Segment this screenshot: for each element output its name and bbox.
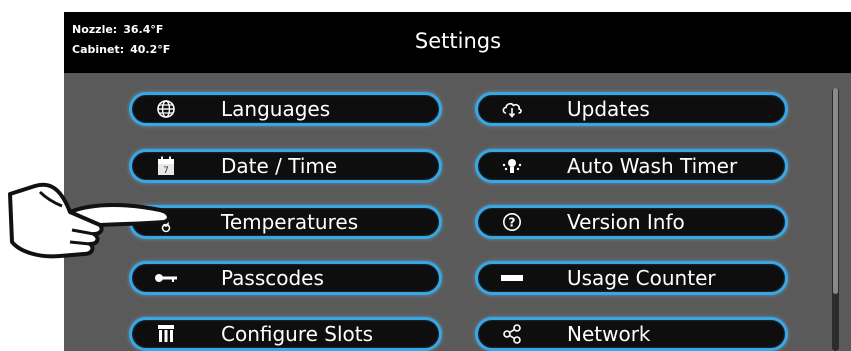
network-label: Network	[567, 322, 651, 346]
usage-counter-label: Usage Counter	[567, 266, 716, 290]
auto-wash-timer-label: Auto Wash Timer	[567, 154, 738, 178]
question-circle-icon: ?	[499, 211, 525, 233]
network-button[interactable]: Network	[475, 317, 788, 351]
languages-label: Languages	[221, 97, 331, 121]
date-time-label: Date / Time	[221, 154, 338, 178]
page: Nozzle: 36.4°F Cabinet: 40.2°F Settings La…	[0, 0, 851, 351]
usage-counter-button[interactable]: Usage Counter	[475, 261, 788, 295]
languages-button[interactable]: Languages	[129, 92, 442, 126]
settings-screen: Nozzle: 36.4°F Cabinet: 40.2°F Settings La…	[64, 12, 851, 351]
version-info-label: Version Info	[567, 210, 685, 234]
key-icon	[153, 267, 179, 289]
cloud-download-icon	[499, 98, 525, 120]
share-icon	[499, 323, 525, 345]
temperatures-label: Temperatures	[221, 210, 359, 234]
counter-bar-icon	[499, 267, 525, 289]
wash-icon	[499, 155, 525, 177]
configure-slots-button[interactable]: Configure Slots	[129, 317, 442, 351]
passcodes-label: Passcodes	[221, 266, 324, 290]
version-info-button[interactable]: ? Version Info	[475, 205, 788, 239]
header-bar: Nozzle: 36.4°F Cabinet: 40.2°F Settings	[64, 12, 851, 73]
updates-label: Updates	[567, 97, 650, 121]
slots-icon	[153, 323, 179, 345]
page-title: Settings	[414, 29, 502, 53]
svg-text:?: ?	[509, 216, 516, 230]
pointing-hand-icon	[8, 182, 171, 259]
globe-icon	[153, 98, 179, 120]
scrollbar-thumb[interactable]	[833, 88, 838, 294]
updates-button[interactable]: Updates	[475, 92, 788, 126]
passcodes-button[interactable]: Passcodes	[129, 261, 442, 295]
configure-slots-label: Configure Slots	[221, 322, 374, 346]
auto-wash-timer-button[interactable]: Auto Wash Timer	[475, 149, 788, 183]
